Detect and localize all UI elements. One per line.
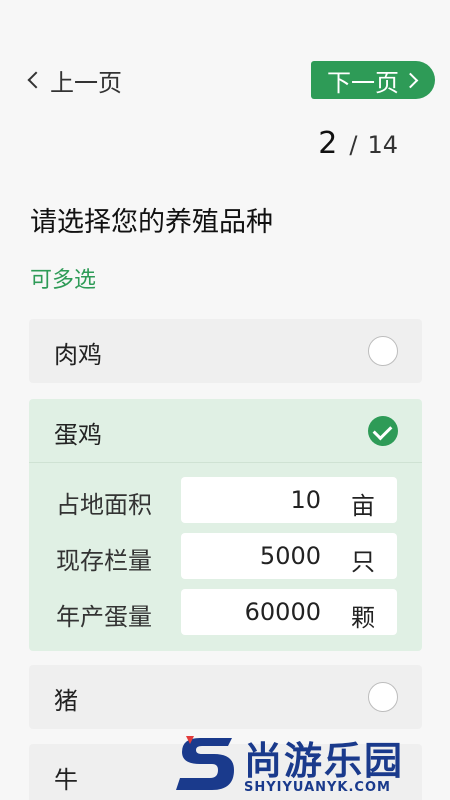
question-title: 请选择您的养殖品种: [30, 207, 273, 238]
stock-input[interactable]: 5000 只: [181, 533, 397, 579]
progress-total: 14: [367, 131, 398, 159]
option-label: 猪: [54, 687, 78, 715]
progress-separator: /: [349, 131, 358, 159]
radio-unchecked-icon[interactable]: [368, 336, 398, 366]
field-label: 现存栏量: [56, 547, 152, 575]
site-watermark: 尚游乐园 SHYIYUANYK.COM: [170, 730, 450, 800]
field-area: 占地面积 10 亩: [29, 477, 422, 523]
area-input[interactable]: 10 亩: [181, 477, 397, 523]
egg-output-input[interactable]: 60000 颗: [181, 589, 397, 635]
next-page-button[interactable]: 下一页: [311, 61, 435, 99]
page-progress: 2 / 14: [318, 126, 398, 161]
option-broiler[interactable]: 肉鸡: [29, 319, 422, 383]
next-page-label: 下一页: [327, 68, 399, 97]
option-header[interactable]: 蛋鸡: [29, 399, 422, 463]
option-label: 肉鸡: [54, 341, 102, 369]
checkmark-icon[interactable]: [368, 416, 398, 446]
field-unit: 颗: [351, 604, 375, 632]
progress-current: 2: [318, 126, 338, 161]
radio-unchecked-icon[interactable]: [368, 682, 398, 712]
top-nav: 上一页 下一页: [0, 60, 450, 100]
option-pig[interactable]: 猪: [29, 665, 422, 729]
watermark-logo-icon: [176, 736, 234, 790]
prev-page-label: 上一页: [50, 68, 122, 97]
prev-page-button[interactable]: 上一页: [26, 64, 122, 97]
watermark-name: 尚游乐园: [244, 739, 405, 783]
field-label: 占地面积: [56, 491, 152, 519]
field-stock: 现存栏量 5000 只: [29, 533, 422, 579]
field-unit: 亩: [351, 492, 375, 520]
multi-select-hint: 可多选: [30, 268, 97, 293]
field-egg-output: 年产蛋量 60000 颗: [29, 589, 422, 635]
chevron-right-icon: [402, 72, 419, 88]
watermark-url: SHYIYUANYK.COM: [244, 780, 391, 795]
field-unit: 只: [351, 548, 375, 576]
field-value: 60000: [244, 598, 321, 626]
option-layer[interactable]: 蛋鸡 占地面积 10 亩 现存栏量 5000 只 年产蛋量 60000 颗: [29, 399, 422, 651]
option-label: 牛: [54, 766, 78, 794]
option-label: 蛋鸡: [54, 421, 102, 449]
chevron-left-icon: [27, 71, 45, 89]
field-value: 10: [290, 486, 321, 514]
field-value: 5000: [259, 542, 321, 570]
field-label: 年产蛋量: [56, 603, 152, 631]
